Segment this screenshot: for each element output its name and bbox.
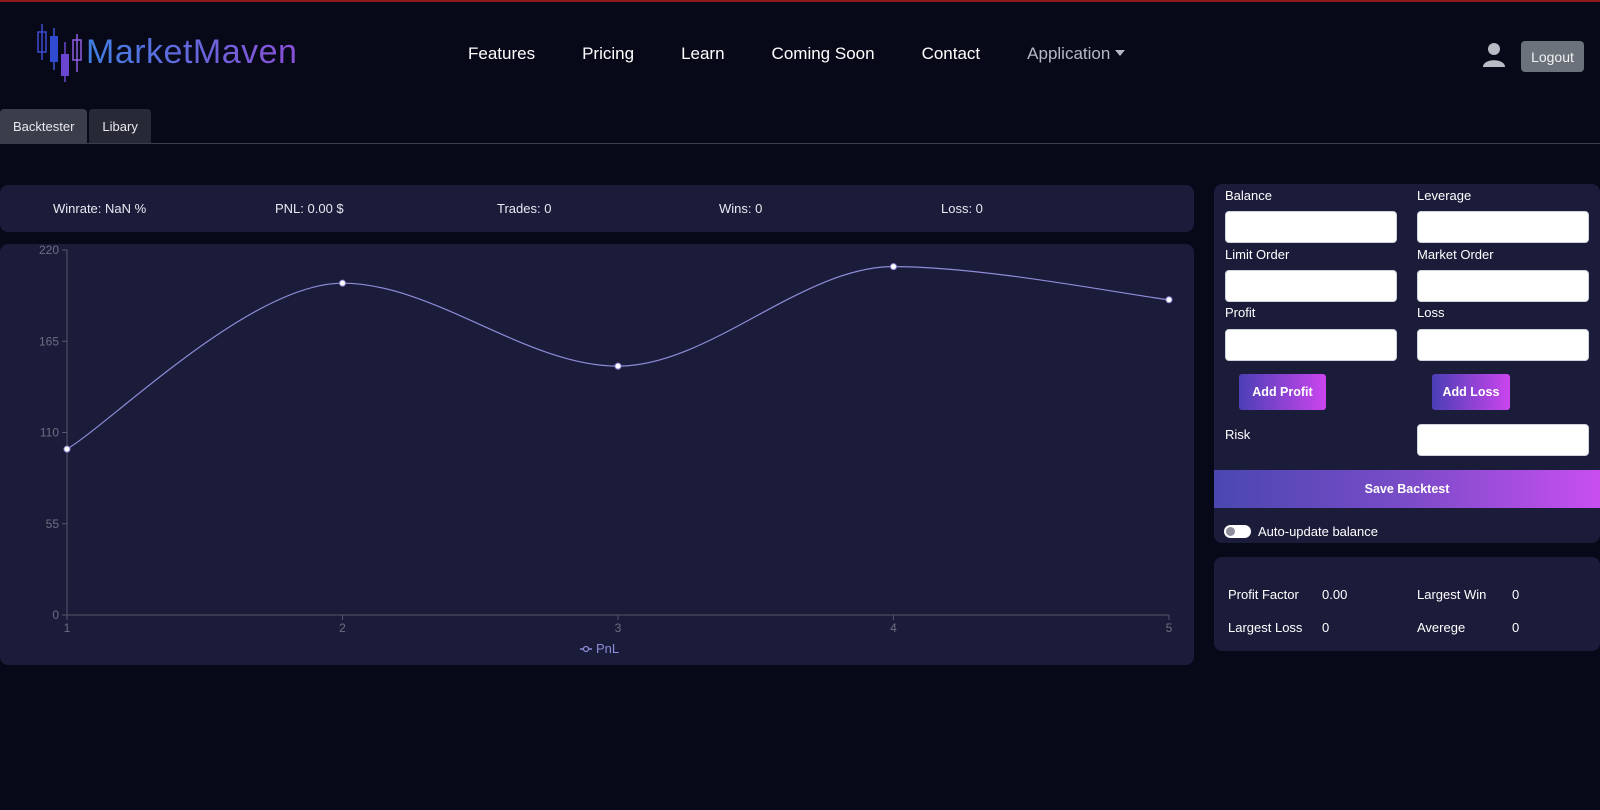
profit-input[interactable] [1225, 329, 1397, 361]
backtest-form: Balance Leverage Limit Order Market Orde… [1214, 184, 1600, 543]
top-navbar: MarketMaven Features Pricing Learn Comin… [0, 2, 1600, 102]
average-label: Averege [1417, 620, 1466, 635]
loss-input[interactable] [1417, 329, 1589, 361]
data-point [339, 279, 346, 287]
add-loss-button[interactable]: Add Loss [1432, 374, 1510, 410]
auto-update-label: Auto-update balance [1258, 524, 1378, 539]
limit-order-input[interactable] [1225, 270, 1397, 302]
stats-bar: Winrate: NaN % PNL: 0.00 $ Trades: 0 Win… [0, 185, 1194, 232]
legend-swatch-marker [582, 645, 590, 653]
y-tick-label: 165 [39, 334, 59, 348]
main-nav: Features Pricing Learn Coming Soon Conta… [468, 44, 1172, 64]
largest-loss-label: Largest Loss [1228, 620, 1303, 635]
nav-application-label: Application [1027, 44, 1111, 63]
data-point [1165, 296, 1173, 304]
y-tick-label: 220 [39, 244, 59, 257]
x-tick-label: 3 [615, 621, 622, 635]
profit-factor-value: 0.00 [1322, 587, 1348, 602]
nav-pricing[interactable]: Pricing [582, 44, 634, 64]
average-value: 0 [1512, 620, 1520, 635]
brand-logo[interactable]: MarketMaven [34, 20, 297, 84]
data-point [890, 263, 897, 271]
y-tick-label: 55 [46, 517, 60, 531]
nav-learn[interactable]: Learn [681, 44, 724, 64]
stat-loss: Loss: 0 [941, 201, 983, 216]
balance-input[interactable] [1225, 211, 1397, 243]
x-tick-label: 1 [64, 621, 71, 635]
data-point [63, 445, 71, 453]
risk-input[interactable] [1417, 424, 1589, 456]
balance-label: Balance [1225, 188, 1272, 203]
pnl-series-line [66, 265, 1170, 450]
pnl-chart[interactable]: 0 55 110 165 220 1 2 3 4 5 PnL [0, 244, 1194, 665]
caret-down-icon [1115, 49, 1126, 56]
profit-factor-label: Profit Factor [1228, 587, 1299, 602]
toggle-knob [1226, 527, 1235, 536]
x-tick-label: 2 [339, 621, 346, 635]
nav-contact[interactable]: Contact [922, 44, 981, 64]
auto-update-toggle[interactable] [1224, 525, 1251, 538]
stat-trades: Trades: 0 [497, 201, 552, 216]
tab-divider [0, 143, 1600, 144]
logout-button[interactable]: Logout [1521, 41, 1584, 72]
risk-label: Risk [1225, 427, 1251, 442]
nav-features[interactable]: Features [468, 44, 535, 64]
nav-application-dropdown[interactable]: Application [1027, 44, 1126, 64]
stat-winrate: Winrate: NaN % [53, 201, 147, 216]
loss-label: Loss [1417, 305, 1445, 320]
save-backtest-button[interactable]: Save Backtest [1214, 470, 1600, 508]
stat-wins: Wins: 0 [719, 201, 763, 216]
leverage-input[interactable] [1417, 211, 1589, 243]
x-tick-label: 4 [890, 621, 897, 635]
user-icon[interactable] [1482, 42, 1506, 68]
legend-label: PnL [596, 641, 619, 656]
market-order-input[interactable] [1417, 270, 1589, 302]
tab-backtester[interactable]: Backtester [0, 109, 88, 143]
pnl-chart-panel: 0 55 110 165 220 1 2 3 4 5 PnL [0, 244, 1194, 665]
data-point [614, 362, 622, 370]
y-tick-label: 0 [52, 608, 59, 622]
largest-win-value: 0 [1512, 587, 1520, 602]
summary-panel: Profit Factor 0.00 Largest Win 0 Largest… [1214, 557, 1600, 651]
largest-win-label: Largest Win [1417, 587, 1487, 602]
candlestick-logo-icon [37, 24, 82, 82]
leverage-label: Leverage [1417, 188, 1472, 203]
market-order-label: Market Order [1417, 247, 1494, 262]
tab-library[interactable]: Libary [89, 109, 151, 143]
limit-order-label: Limit Order [1225, 247, 1290, 262]
x-tick-label: 5 [1166, 621, 1173, 635]
add-profit-button[interactable]: Add Profit [1239, 374, 1326, 410]
tab-bar: Backtester Libary [0, 109, 151, 143]
largest-loss-value: 0 [1322, 620, 1330, 635]
profit-label: Profit [1225, 305, 1256, 320]
stat-pnl: PNL: 0.00 $ [275, 201, 344, 216]
brand-name: MarketMaven [86, 32, 298, 71]
nav-coming-soon[interactable]: Coming Soon [772, 44, 875, 64]
y-tick-label: 110 [40, 426, 59, 440]
